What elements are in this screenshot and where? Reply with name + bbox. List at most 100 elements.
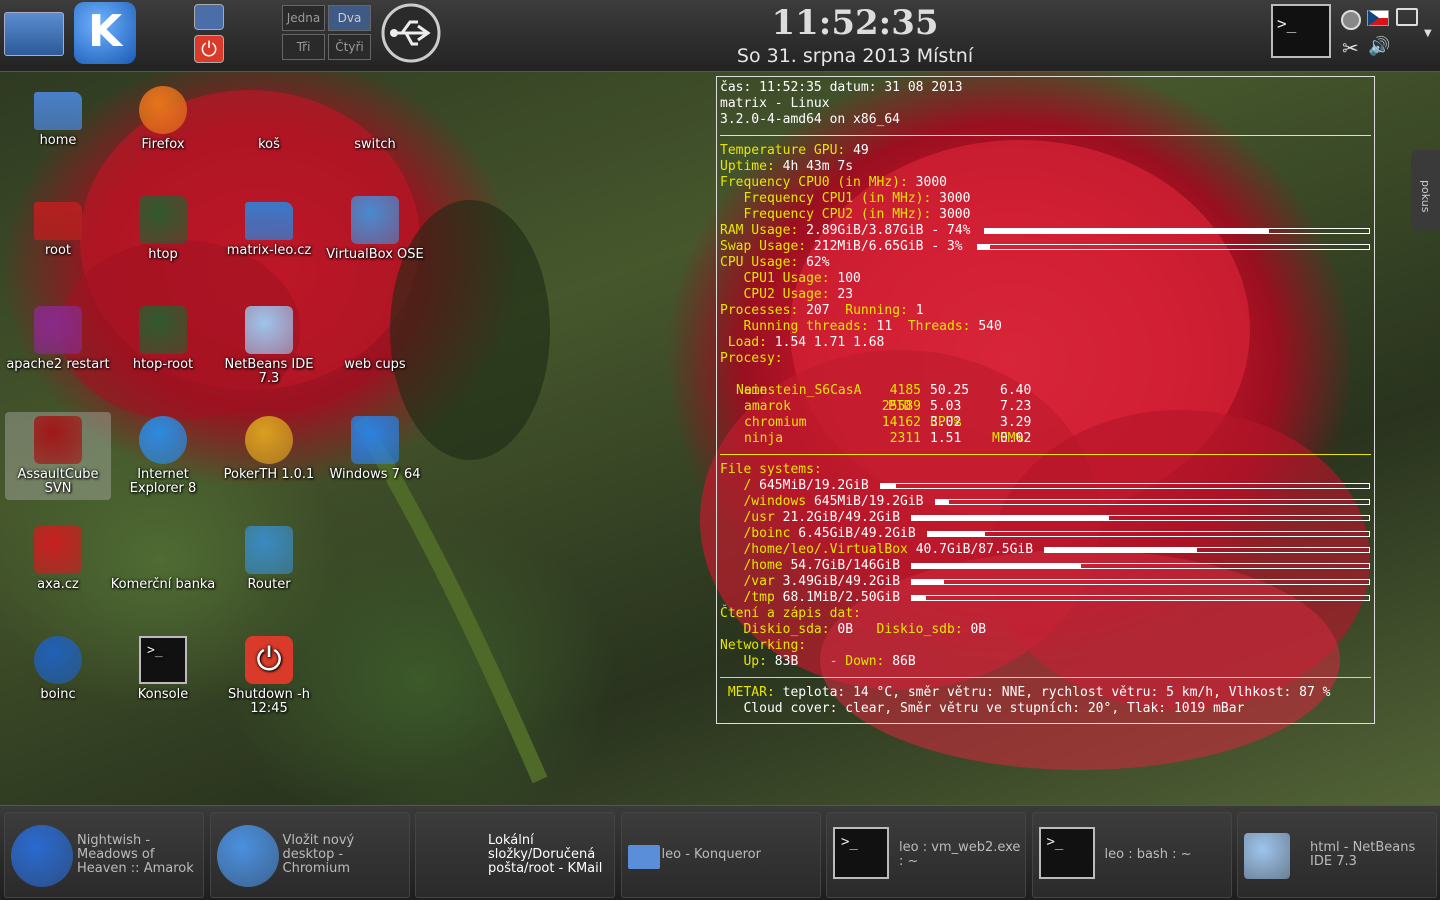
process-cpu: 3.02 — [930, 415, 962, 430]
fs-usage-bar — [911, 515, 1370, 521]
desktop-icon-label: Konsole — [137, 687, 189, 702]
network-manager-icon[interactable] — [1341, 10, 1361, 30]
process-table-header: Name PID CPU% MEM% — [720, 367, 1371, 446]
fs-usage: 3.49GiB/49.2GiB — [782, 574, 901, 589]
desktop-icon-home[interactable]: home — [5, 82, 111, 152]
cpu-value: 62% — [806, 255, 830, 270]
chromium-icon — [216, 825, 279, 887]
fs-mount: /home/leo/.VirtualBox — [743, 542, 908, 557]
desktop-icon-ko[interactable]: koš — [216, 82, 322, 156]
fs-usage: 40.7GiB/87.5GiB — [915, 542, 1034, 557]
tray-expand-arrow-icon[interactable]: ▼ — [1424, 28, 1432, 39]
desktop-icon-switch[interactable]: switch — [322, 82, 428, 156]
display-settings-icon[interactable] — [1396, 8, 1418, 26]
desktop-icon-virtualbox-ose[interactable]: VirtualBox OSE — [322, 192, 428, 266]
desktop-icon-label: matrix-leo.cz — [226, 243, 312, 258]
taskbar-item[interactable]: >_ leo : bash : ~ — [1031, 812, 1232, 898]
taskbar-item[interactable]: leo - Konqueror — [620, 812, 821, 898]
taskbar-item[interactable]: Vložit nový desktop - Chromium — [209, 812, 410, 898]
clock-widget[interactable]: 11:52:35 So 31. srpna 2013 Místní — [700, 2, 1010, 68]
kde-menu-icon[interactable]: K — [74, 2, 136, 64]
desktop-icon-apache2-restart[interactable]: apache2 restart — [5, 302, 111, 376]
desktop-icon-matrix-leo-cz[interactable]: matrix-leo.cz — [216, 192, 322, 262]
taskbar: Nightwish - Meadows of Heaven :: Amarok V… — [0, 805, 1440, 900]
fs-mount: /var — [743, 574, 775, 589]
terminal-launcher-icon[interactable]: >_ — [1271, 4, 1331, 58]
process-name: amarok — [744, 399, 791, 414]
disk-io-label: Čtení a zápis dat: — [720, 606, 861, 621]
usb-icon[interactable] — [380, 2, 442, 64]
threads-label: Threads: — [907, 319, 971, 334]
freq2-label: Frequency CPU2 (in MHz): — [743, 207, 932, 222]
desktop-icon-firefox[interactable]: Firefox — [110, 82, 216, 156]
process-row: amarok 25589 5.03 7.23 — [720, 399, 1371, 415]
terminal-icon: >_ — [1038, 827, 1095, 879]
process-name: einstein_S6CasA — [744, 383, 862, 398]
desktop-icon-label: Firefox — [141, 137, 185, 152]
desktop-icon-htop-root[interactable]: htop-root — [110, 302, 216, 376]
desktop-icon-label: home — [39, 133, 77, 148]
taskbar-item[interactable]: Lokální složky/Doručená pošta/root - KMa… — [415, 812, 615, 898]
fs-usage-bar — [934, 499, 1370, 505]
red-folder-icon — [34, 202, 82, 240]
desktop-icon-netbeans-ide-7-3[interactable]: NetBeans IDE 7.3 — [216, 302, 322, 390]
desktop-icon-htop[interactable]: htop — [110, 192, 216, 266]
taskbar-item-label: Nightwish - Meadows of Heaven :: Amarok — [77, 833, 194, 876]
net-down-value: 86B — [892, 654, 916, 669]
fs-mount: /windows — [743, 494, 807, 509]
lock-screen-icon[interactable] — [194, 4, 224, 30]
cpu2-value: 23 — [837, 287, 854, 302]
desktop-icon-axa-cz[interactable]: axa.cz — [5, 522, 111, 596]
desktop-icon-konsole[interactable]: >_ Konsole — [110, 632, 216, 706]
filesystem-row: /boinc 6.45GiB/49.2GiB — [720, 526, 1371, 542]
taskbar-item[interactable]: >_ leo : vm_web2.exe : ~ — [826, 812, 1026, 898]
side-panel-tab[interactable]: pokus — [1411, 150, 1440, 230]
trash-icon — [245, 86, 293, 134]
threads-value: 540 — [978, 319, 1002, 334]
desktop-icon-komer-n-banka[interactable]: Komerční banka — [110, 522, 216, 596]
desktop-icon-pokerth-1-0-1[interactable]: PokerTH 1.0.1 — [216, 412, 322, 486]
pager-desktop-1[interactable]: Jedna — [282, 5, 325, 31]
uptime-label: Uptime: — [720, 159, 775, 174]
diskio-sdb-label: Diskio_sdb: — [876, 622, 963, 637]
czech-flag-keyboard-layout-icon[interactable] — [1367, 10, 1389, 26]
process-row: chromium 14162 3.02 3.29 — [720, 415, 1371, 431]
volume-icon[interactable]: 🔊 — [1368, 36, 1390, 57]
clock-date: So 31. srpna 2013 Místní — [736, 45, 974, 67]
desktop-icon-web-cups[interactable]: web cups — [322, 302, 428, 376]
desktop-icon-router[interactable]: Router — [216, 522, 322, 596]
desktop-icon-shutdown-h-12-45[interactable]: ⏻ Shutdown -h 12:45 — [216, 632, 322, 720]
load-label: Load: — [727, 335, 767, 350]
desktop-icon-assaultcube-svn[interactable]: AssaultCube SVN — [5, 412, 111, 500]
conky-divider — [720, 135, 1371, 136]
running-threads-label: Running threads: — [743, 319, 869, 334]
netbeans-icon — [1244, 833, 1290, 879]
process-pid: 14162 — [881, 415, 921, 430]
taskbar-item[interactable]: Nightwish - Meadows of Heaven :: Amarok — [4, 812, 204, 898]
filesystem-row: /windows 645MiB/19.2GiB — [720, 494, 1371, 510]
taskbar-item-label: leo : vm_web2.exe : ~ — [899, 840, 1021, 869]
desktop-icon-label: VirtualBox OSE — [326, 247, 424, 262]
diskio-sda-value: 0B — [837, 622, 854, 637]
desktop-icon-label: koš — [258, 137, 280, 152]
logout-icon[interactable]: ⏻ — [194, 35, 224, 63]
apache-icon — [34, 306, 82, 354]
swap-value: 212MiB/6.65GiB - 3% — [813, 239, 963, 254]
desktop-icon-label: Windows 7 64 — [329, 467, 421, 482]
pager-desktop-3[interactable]: Tři — [282, 34, 325, 60]
metar-weather-line: teplota: 14 °C, směr větru: NNE, rychlos… — [782, 685, 1331, 700]
desktop-icon-internet-explorer-8[interactable]: Internet Explorer 8 — [110, 412, 216, 500]
pager-desktop-4[interactable]: Čtyři — [328, 34, 371, 60]
desktop-icon-windows-7-64[interactable]: Windows 7 64 — [322, 412, 428, 486]
process-mem: 6.40 — [1000, 383, 1032, 398]
desktop-icon-root[interactable]: root — [5, 192, 111, 262]
pager-desktop-2[interactable]: Dva — [328, 5, 371, 31]
process-name: chromium — [744, 415, 807, 430]
desktop-icon-label: htop-root — [132, 357, 194, 372]
shutdown-icon: ⏻ — [245, 636, 293, 684]
desktop-icon-boinc[interactable]: boinc — [5, 632, 111, 706]
show-desktop-icon[interactable] — [4, 12, 64, 56]
klipper-scissors-icon[interactable]: ✂ — [1342, 36, 1359, 60]
process-cpu: 5.03 — [930, 399, 962, 414]
taskbar-item[interactable]: html - NetBeans IDE 7.3 — [1237, 812, 1437, 898]
